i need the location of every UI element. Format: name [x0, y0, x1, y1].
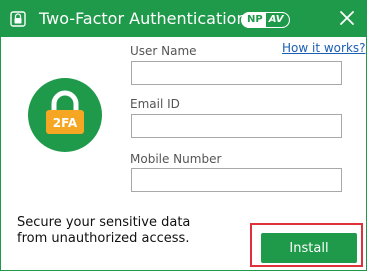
- dialog-window: Two-Factor Authentication NP AV How it w…: [0, 0, 367, 271]
- user-name-label: User Name: [130, 44, 197, 58]
- tagline-line2: from unauthorized access.: [17, 231, 190, 246]
- npav-logo-np: NP: [242, 13, 266, 27]
- tagline-line1: Secure your sensitive data: [17, 215, 191, 230]
- app-lock-icon: [10, 11, 26, 27]
- lock-2fa-icon: 2FA: [46, 90, 84, 134]
- badge-text: 2FA: [53, 116, 78, 130]
- title-bar: Two-Factor Authentication NP AV: [1, 1, 366, 37]
- npav-logo-av: AV: [265, 13, 289, 27]
- email-label: Email ID: [130, 97, 180, 111]
- lock-2fa-badge: 2FA: [28, 78, 102, 152]
- window-title: Two-Factor Authentication: [39, 9, 247, 28]
- how-it-works-link[interactable]: How it works?: [282, 41, 366, 55]
- install-button[interactable]: Install: [261, 233, 357, 263]
- close-icon[interactable]: [337, 8, 357, 28]
- email-input[interactable]: [131, 114, 342, 138]
- user-name-input[interactable]: [131, 61, 342, 85]
- npav-logo: NP AV: [241, 12, 290, 28]
- tagline: Secure your sensitive data from unauthor…: [17, 215, 190, 247]
- mobile-label: Mobile Number: [130, 152, 222, 166]
- mobile-input[interactable]: [131, 168, 342, 192]
